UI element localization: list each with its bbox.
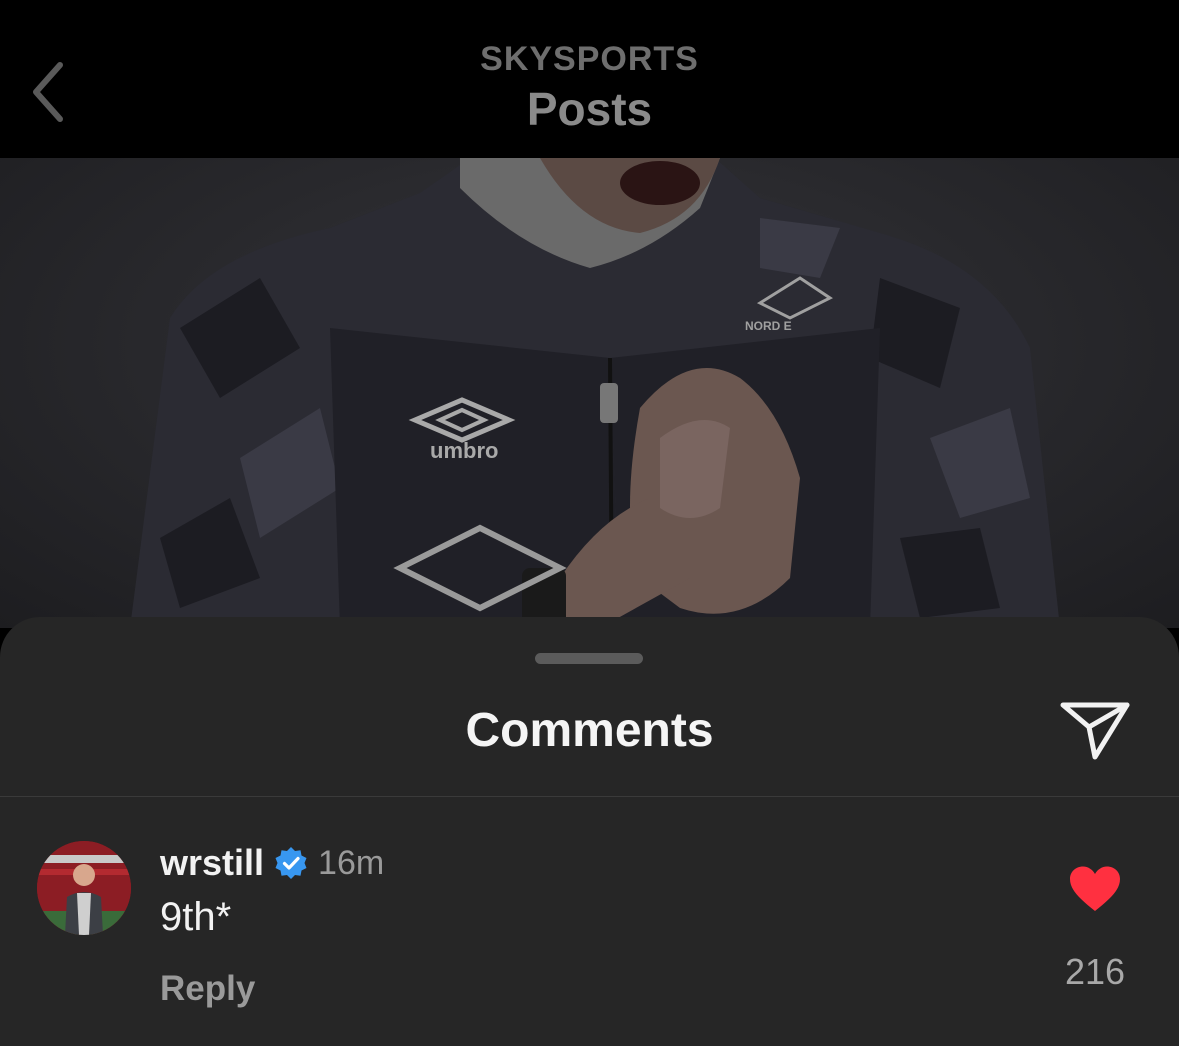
brand-logo-text: umbro [430,438,498,463]
avatar-photo [37,841,131,935]
verified-badge-icon [275,847,307,879]
post-photo-illustration: umbro NORD E [130,158,1060,628]
like-count: 216 [1064,951,1126,992]
top-nav-bar: SKYSPORTS Posts [0,0,1179,158]
avatar[interactable] [37,841,131,935]
share-button[interactable] [1058,697,1132,763]
comment-text: 9th* [160,895,232,939]
comment-timestamp: 16m [318,843,385,882]
sheet-drag-handle[interactable] [535,653,643,664]
paper-plane-icon [1060,702,1130,760]
page-title: Posts [526,83,653,135]
comments-sheet: Comments wrstill 16m 9th* Reply 216 [0,617,1179,1046]
comments-title: Comments [465,704,714,757]
reply-button[interactable]: Reply [160,969,255,1009]
like-button[interactable] [1068,865,1122,913]
post-image: umbro NORD E [0,158,1179,628]
comment-username[interactable]: wrstill [160,842,264,884]
account-name[interactable]: SKYSPORTS [0,40,1179,79]
heart-filled-icon [1070,866,1120,911]
comment-header: wrstill 16m [160,841,384,885]
sponsor-text: NORD E [745,319,792,333]
screen: SKYSPORTS Posts umbro NORD E Comments wr… [0,0,1179,1046]
comment-item: wrstill 16m 9th* Reply 216 [0,797,1179,1046]
